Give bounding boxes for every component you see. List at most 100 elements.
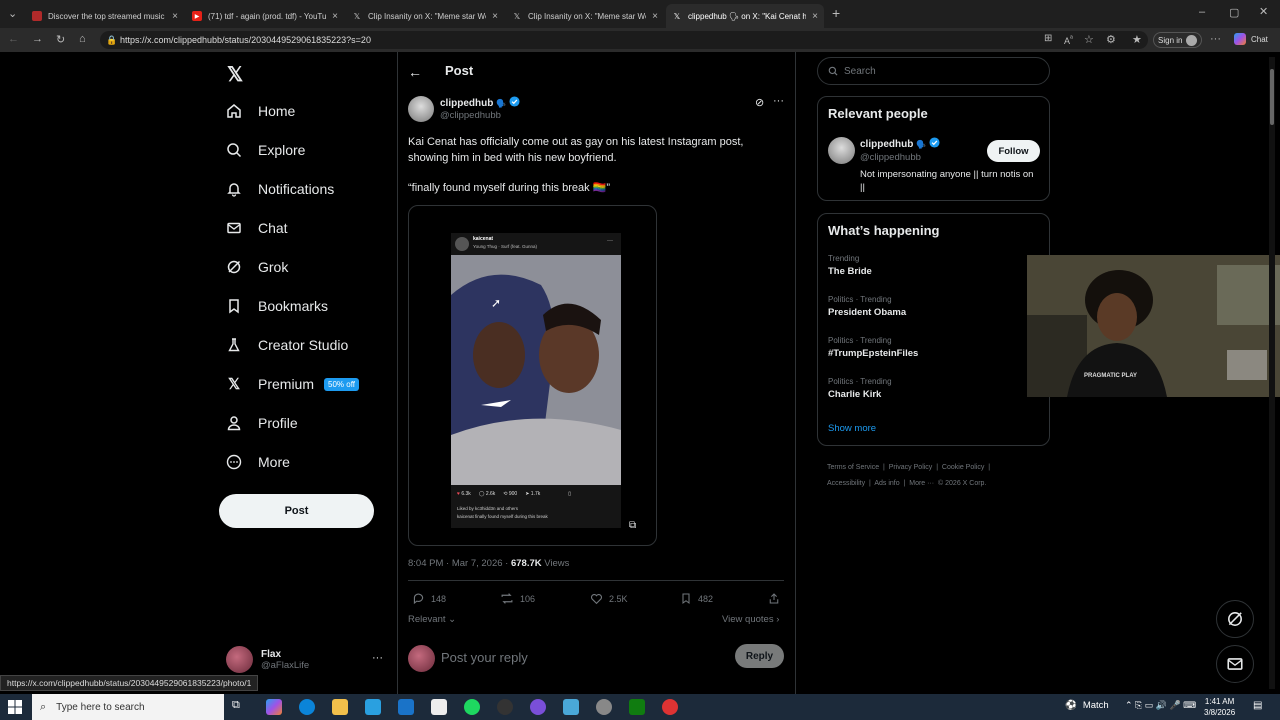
trend-item[interactable]: Trending The Bride	[828, 254, 872, 277]
search-input[interactable]: Search	[817, 57, 1050, 85]
browser-tab-2[interactable]: ▶ (71) tdf - again (prod. tdf) - YouTu ×	[186, 4, 344, 28]
extensions-icon[interactable]: ⚙	[1106, 33, 1116, 46]
footer-link[interactable]: More ···	[909, 480, 934, 487]
nav-profile[interactable]: Profile	[225, 414, 298, 432]
obs-icon[interactable]	[662, 699, 678, 715]
back-arrow-icon[interactable]: ←	[408, 64, 422, 80]
mail-app-icon[interactable]	[398, 699, 414, 715]
share-button[interactable]	[768, 592, 786, 605]
windows-start-icon[interactable]	[8, 700, 22, 714]
back-arrow-icon[interactable]: ←	[8, 33, 19, 45]
tab-actions-chevron-icon[interactable]: ⌄	[8, 7, 17, 20]
task-view-icon[interactable]: ⧉	[232, 699, 248, 715]
x-logo-icon[interactable]: 𝕏	[227, 62, 243, 87]
reply-icon	[413, 593, 424, 605]
trend-item[interactable]: Politics · Trending President Obama	[828, 295, 906, 318]
system-tray-icons[interactable]: ⌃ ⎘ ▭ 🔊 🎤 ⌨	[1125, 700, 1196, 711]
browser-tab-5-active[interactable]: 𝕏 clippedhub 🗣 on X: "Kai Cenat h ×	[666, 4, 824, 28]
notifications-icon[interactable]: ▤	[1253, 700, 1262, 711]
author-name-row[interactable]: clippedhub 🗣️	[440, 96, 520, 110]
more-menu-icon[interactable]: ···	[1210, 33, 1221, 45]
nav-home[interactable]: Home	[225, 102, 295, 120]
footer-link[interactable]: Ads info	[874, 480, 899, 487]
close-tab-icon[interactable]: ×	[652, 11, 658, 22]
nav-bookmarks[interactable]: Bookmarks	[225, 297, 328, 315]
footer-link[interactable]: Privacy Policy	[889, 464, 933, 471]
copilot-chat-button[interactable]: Chat	[1234, 33, 1268, 45]
file-explorer-icon[interactable]	[332, 699, 348, 715]
notepad-icon[interactable]	[431, 699, 447, 715]
footer-link[interactable]: Accessibility	[827, 480, 865, 487]
edge-icon[interactable]	[299, 699, 315, 715]
browser-tab-1[interactable]: Discover the top streamed music ×	[26, 4, 184, 28]
view-quotes-link[interactable]: View quotes ›	[722, 614, 779, 625]
close-tab-icon[interactable]: ×	[812, 11, 818, 22]
reply-sort-dropdown[interactable]: Relevant ⌄	[408, 614, 456, 625]
follow-button[interactable]: Follow	[987, 140, 1040, 162]
store-icon[interactable]	[365, 699, 381, 715]
read-aloud-icon[interactable]: Aᵃ	[1064, 33, 1073, 46]
close-window-button[interactable]: ✕	[1259, 5, 1268, 18]
person-name[interactable]: clippedhub 🗣️	[860, 137, 940, 151]
browser-tab-3[interactable]: 𝕏 Clip Insanity on X: "Meme star We ×	[346, 4, 504, 28]
post-media[interactable]: kaicenat Young Thug · Surf (feat. Gunna)…	[408, 205, 657, 546]
like-button[interactable]: 2.5K	[590, 592, 628, 605]
app-available-icon[interactable]: ⊞	[1044, 33, 1052, 44]
post-button[interactable]: Post	[219, 494, 374, 528]
scrollbar[interactable]	[1269, 57, 1275, 689]
media-app-icon[interactable]	[497, 699, 513, 715]
xbox-icon[interactable]	[629, 699, 645, 715]
reply-button[interactable]: 148	[412, 592, 446, 605]
account-switcher[interactable]: Flax @aFlaxLife ···	[226, 646, 386, 673]
spotify-icon[interactable]	[464, 699, 480, 715]
refresh-icon[interactable]: ↻	[56, 33, 65, 46]
trend-item[interactable]: Politics · Trending #TrumpEpsteinFiles	[828, 336, 918, 359]
nav-more[interactable]: More	[225, 453, 290, 471]
person-avatar[interactable]	[828, 137, 855, 164]
more-dots-icon[interactable]: ···	[372, 652, 383, 664]
app-icon[interactable]	[563, 699, 579, 715]
post-timestamp[interactable]: 8:04 PM · Mar 7, 2026 · 678.7K Views	[408, 558, 569, 569]
close-tab-icon[interactable]: ×	[172, 11, 178, 22]
messages-floating-button[interactable]	[1216, 645, 1254, 683]
discord-icon[interactable]	[530, 699, 546, 715]
favorites-icon[interactable]: ★	[1132, 33, 1142, 46]
nav-chat[interactable]: Chat	[225, 219, 288, 237]
favorite-star-icon[interactable]: ☆	[1084, 33, 1094, 46]
nav-creator-studio[interactable]: Creator Studio	[225, 336, 348, 354]
author-avatar[interactable]	[408, 96, 434, 122]
minimize-button[interactable]: –	[1199, 6, 1205, 18]
reply-button-submit[interactable]: Reply	[735, 644, 784, 668]
reply-input[interactable]: Post your reply	[441, 650, 528, 665]
url-field[interactable]: 🔒 https://x.com/clippedhubb/status/20304…	[100, 31, 1148, 49]
new-tab-button[interactable]: +	[832, 5, 840, 21]
nav-premium[interactable]: 𝕏 Premium 50% off	[225, 375, 359, 393]
close-tab-icon[interactable]: ×	[332, 11, 338, 22]
maximize-button[interactable]: ▢	[1229, 6, 1239, 19]
nav-notifications[interactable]: Notifications	[225, 180, 334, 198]
show-more-link[interactable]: Show more	[828, 423, 876, 434]
settings-app-icon[interactable]	[596, 699, 612, 715]
media-alt-icon[interactable]: ⧉	[629, 520, 636, 531]
footer-link[interactable]: Terms of Service	[827, 464, 879, 471]
clock[interactable]: 1:41 AM 3/8/2026	[1204, 696, 1235, 718]
taskbar-search-input[interactable]: ⌕ Type here to search	[32, 694, 224, 720]
post-more-icon[interactable]: ···	[773, 95, 784, 107]
footer-link[interactable]: Cookie Policy	[942, 464, 984, 471]
copilot-icon[interactable]	[266, 699, 282, 715]
weather-widget[interactable]: ⚽ Match	[1065, 700, 1109, 711]
grok-floating-button[interactable]	[1216, 600, 1254, 638]
bookmark-button[interactable]: 482	[680, 592, 713, 605]
close-tab-icon[interactable]: ×	[492, 11, 498, 22]
scrollbar-thumb[interactable]	[1270, 69, 1274, 125]
browser-tab-4[interactable]: 𝕏 Clip Insanity on X: "Meme star We ×	[506, 4, 664, 28]
nav-grok[interactable]: Grok	[225, 258, 288, 276]
trend-item[interactable]: Politics · Trending Charlie Kirk	[828, 377, 892, 400]
sign-in-button[interactable]: Sign in	[1153, 32, 1203, 48]
nav-explore[interactable]: Explore	[225, 141, 305, 159]
repost-button[interactable]: 106	[500, 592, 535, 605]
forward-arrow-icon[interactable]: →	[32, 33, 43, 45]
grok-explain-icon[interactable]: ⊘	[755, 96, 764, 109]
home-icon[interactable]: ⌂	[79, 33, 86, 45]
author-handle[interactable]: @clippedhubb	[440, 110, 501, 121]
